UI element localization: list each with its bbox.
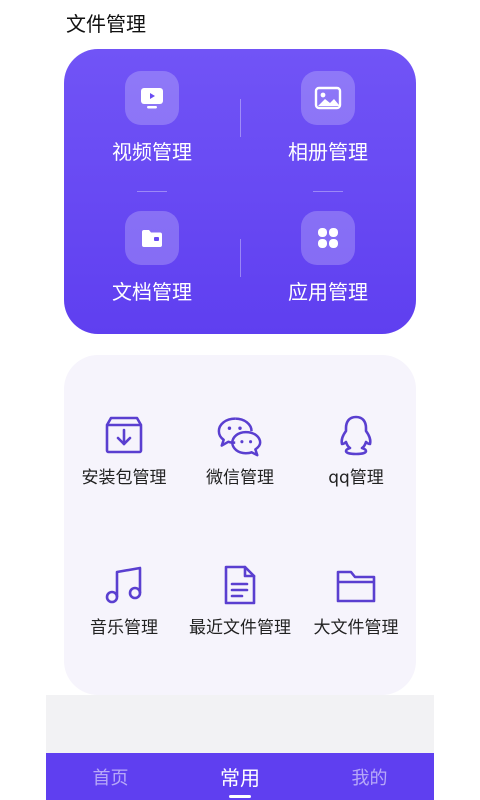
music-note-icon — [100, 561, 148, 609]
recent-file-icon — [216, 561, 264, 609]
qq-manage-label: qq管理 — [328, 468, 384, 488]
video-manage-button[interactable]: 视频管理 — [64, 71, 240, 165]
music-manage-button[interactable]: 音乐管理 — [64, 561, 184, 639]
recent-file-manage-button[interactable]: 最近文件管理 — [180, 561, 300, 639]
apk-manage-label: 安装包管理 — [81, 468, 167, 488]
apk-manage-button[interactable]: 安装包管理 — [64, 411, 184, 489]
active-tab-indicator — [229, 795, 251, 798]
large-file-manage-button[interactable]: 大文件管理 — [296, 561, 416, 639]
recent-file-manage-label: 最近文件管理 — [189, 618, 291, 638]
divider — [240, 239, 241, 277]
nav-home-tab[interactable]: 首页 — [46, 753, 175, 800]
video-icon — [125, 71, 179, 125]
nav-common-tab[interactable]: 常用 — [175, 753, 305, 800]
album-manage-label: 相册管理 — [288, 140, 368, 164]
app-manage-button[interactable]: 应用管理 — [240, 211, 416, 305]
document-folder-icon — [125, 211, 179, 265]
divider — [240, 99, 241, 137]
bottom-nav: 首页 常用 我的 — [46, 753, 434, 800]
document-manage-button[interactable]: 文档管理 — [64, 211, 240, 305]
wechat-icon — [216, 411, 264, 459]
primary-tools-card: 视频管理 相册管理 文档管理 应用管理 — [64, 49, 416, 334]
background-band — [46, 695, 434, 753]
page-title: 文件管理 — [66, 12, 146, 36]
package-download-icon — [100, 411, 148, 459]
wechat-manage-label: 微信管理 — [206, 468, 274, 488]
more-tools-card: 安装包管理 微信管理 qq管理 音乐管理 最近文件管理 大文件管理 — [64, 355, 416, 695]
app-manage-label: 应用管理 — [288, 280, 368, 304]
folder-icon — [332, 561, 380, 609]
wechat-manage-button[interactable]: 微信管理 — [180, 411, 300, 489]
nav-mine-tab[interactable]: 我的 — [305, 753, 434, 800]
music-manage-label: 音乐管理 — [90, 618, 158, 638]
divider — [313, 191, 343, 192]
document-manage-label: 文档管理 — [112, 280, 192, 304]
divider — [137, 191, 167, 192]
album-manage-button[interactable]: 相册管理 — [240, 71, 416, 165]
album-icon — [301, 71, 355, 125]
video-manage-label: 视频管理 — [112, 140, 192, 164]
qq-manage-button[interactable]: qq管理 — [296, 411, 416, 489]
apps-grid-icon — [301, 211, 355, 265]
qq-icon — [332, 411, 380, 459]
large-file-manage-label: 大文件管理 — [313, 618, 399, 638]
